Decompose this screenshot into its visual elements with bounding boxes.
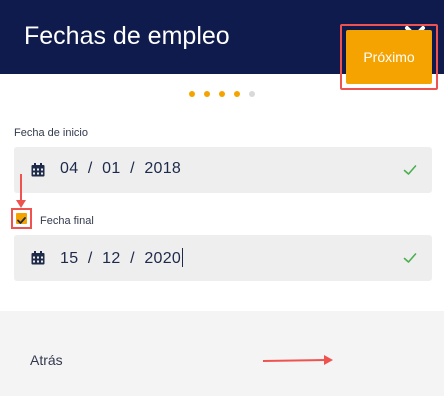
arrow-to-next-button (262, 355, 333, 365)
annotation-arrows (16, 174, 333, 365)
arrow-to-checkbox (16, 174, 26, 208)
